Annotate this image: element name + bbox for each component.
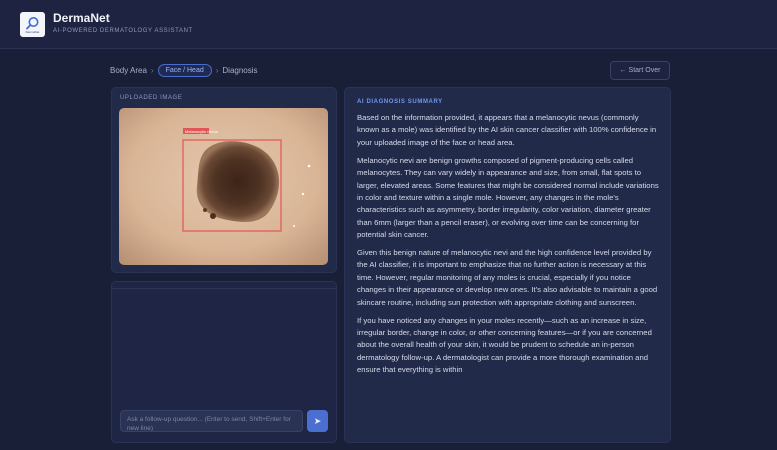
glare-spot [301, 192, 305, 196]
mole-spot [203, 208, 207, 212]
magnifier-logo-icon [26, 16, 39, 30]
chat-divider [112, 288, 336, 289]
lesion-photo: Melanocytic nevus [119, 108, 328, 265]
ai-diagnosis-card: AI DIAGNOSIS SUMMARY Based on the inform… [344, 87, 671, 443]
breadcrumb-face-head[interactable]: Face / Head [157, 64, 212, 77]
lesion-image: Melanocytic nevus [119, 108, 328, 265]
uploaded-image-card: UPLOADED IMAGE Melanocytic nevus [111, 87, 337, 273]
glare-spot [293, 225, 295, 227]
top-bar: DermaNet DermaNet AI-POWERED DERMATOLOGY… [0, 0, 777, 49]
ai-diagnosis-label: AI DIAGNOSIS SUMMARY [357, 99, 443, 105]
start-over-label: ← Start Over [619, 67, 661, 74]
uploaded-image-label: UPLOADED IMAGE [120, 95, 183, 101]
send-button[interactable]: ➤ [307, 410, 328, 432]
app-logo: DermaNet [20, 12, 45, 37]
glare-spot [307, 164, 311, 168]
breadcrumb-body-area[interactable]: Body Area [110, 66, 147, 75]
follow-up-input[interactable]: Ask a follow-up question... (Enter to se… [120, 410, 303, 432]
breadcrumb-separator: › [215, 66, 219, 75]
diagnosis-paragraph: Based on the information provided, it ap… [357, 113, 657, 147]
diagnosis-paragraph: Given this benign nature of melanocytic … [357, 248, 658, 307]
mole-spot [210, 213, 216, 219]
breadcrumb-diagnosis: Diagnosis [222, 66, 258, 75]
send-icon: ➤ [313, 415, 322, 426]
diagnosis-paragraph: Melanocytic nevi are benign growths comp… [357, 155, 659, 240]
ai-diagnosis-text: Based on the information provided, it ap… [357, 112, 661, 382]
start-over-button[interactable]: ← Start Over [610, 61, 670, 80]
diagnosis-paragraph: If you have noticed any changes in your … [357, 315, 652, 375]
chat-panel: Ask a follow-up question... (Enter to se… [111, 281, 337, 443]
app-title: DermaNet [53, 11, 110, 25]
app-subtitle: AI-POWERED DERMATOLOGY ASSISTANT [53, 28, 193, 34]
logo-wordmark: DermaNet [25, 29, 40, 34]
breadcrumb-separator: › [150, 66, 154, 75]
detection-tag-text: Melanocytic nevus [185, 129, 218, 134]
breadcrumb: Body Area › Face / Head › Diagnosis [110, 64, 258, 77]
